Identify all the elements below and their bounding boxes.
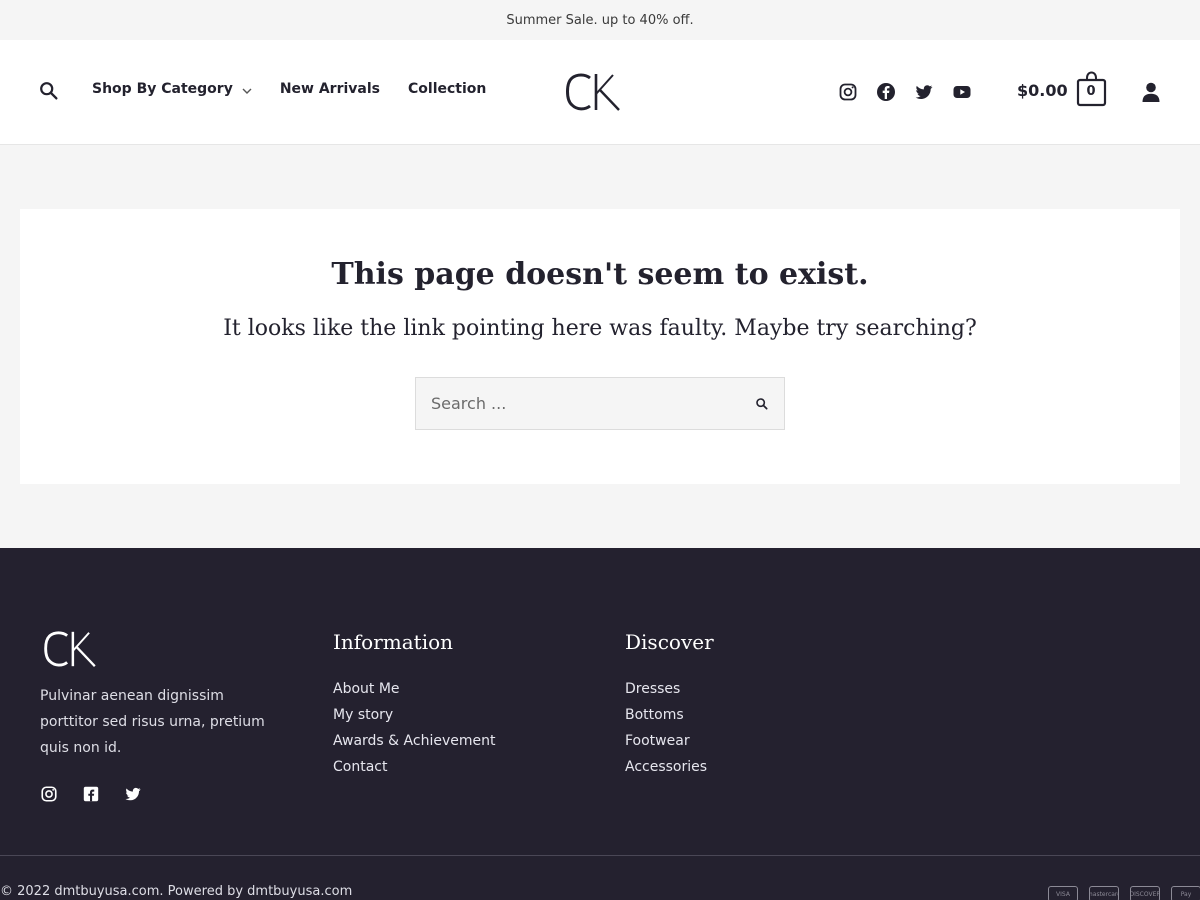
nav-new-arrivals[interactable]: New Arrivals (280, 81, 380, 97)
payment-icons: VISA mastercard DISCOVER Pay (1048, 886, 1200, 900)
instagram-icon[interactable] (838, 82, 858, 102)
twitter-icon[interactable] (914, 82, 934, 102)
footer-link-dresses[interactable]: Dresses (625, 676, 714, 702)
footer-link-accessories[interactable]: Accessories (625, 754, 714, 780)
page-title: This page doesn't seem to exist. (331, 257, 869, 292)
main-nav: Shop By Category New Arrivals Collection (92, 81, 514, 97)
search-submit-icon[interactable] (754, 396, 770, 412)
twitter-icon[interactable] (124, 785, 142, 803)
header-social-links (838, 82, 990, 102)
footer-link-awards[interactable]: Awards & Achievement (333, 728, 495, 754)
footer-column-discover: Discover Dresses Bottoms Footwear Access… (625, 630, 714, 780)
search-icon[interactable] (38, 80, 60, 102)
site-header: Shop By Category New Arrivals Collection (0, 40, 1200, 145)
account-icon[interactable] (1140, 81, 1162, 103)
announcement-text: Summer Sale. up to 40% off. (506, 12, 694, 28)
instagram-icon[interactable] (40, 785, 58, 803)
search-input[interactable] (416, 378, 736, 429)
footer-heading: Information (333, 630, 454, 654)
copyright-text: © 2022 dmtbuyusa.com. Powered by dmtbuyu… (0, 884, 353, 899)
ck-logo[interactable] (563, 70, 623, 114)
cart-total[interactable]: $0.00 (1017, 81, 1068, 100)
mastercard-icon: mastercard (1089, 886, 1119, 900)
footer-social-links (40, 785, 166, 803)
apple-pay-icon: Pay (1171, 886, 1200, 900)
footer-link-contact[interactable]: Contact (333, 754, 495, 780)
footer-description: Pulvinar aenean dignissim porttitor sed … (40, 688, 265, 756)
nav-label: Collection (408, 81, 487, 97)
search-form (415, 377, 785, 430)
footer-link-footwear[interactable]: Footwear (625, 728, 714, 754)
footer-ck-logo[interactable] (40, 628, 100, 670)
nav-label: New Arrivals (279, 81, 380, 97)
facebook-icon[interactable] (876, 82, 896, 102)
footer-link-my-story[interactable]: My story (333, 702, 495, 728)
visa-icon: VISA (1048, 886, 1078, 900)
discover-icon: DISCOVER (1130, 886, 1160, 900)
facebook-square-icon[interactable] (82, 785, 100, 803)
nav-collection[interactable]: Collection (408, 81, 486, 97)
page-subtitle: It looks like the link pointing here was… (223, 316, 977, 341)
nav-label: Shop By Category (92, 81, 233, 97)
site-footer: Pulvinar aenean dignissim porttitor sed … (0, 548, 1200, 900)
footer-heading: Discover (625, 630, 714, 654)
footer-column-information: Information About Me My story Awards & A… (333, 630, 495, 780)
not-found-card: This page doesn't seem to exist. It look… (20, 209, 1180, 484)
youtube-icon[interactable] (952, 82, 972, 102)
footer-link-bottoms[interactable]: Bottoms (625, 702, 714, 728)
footer-link-about-me[interactable]: About Me (333, 676, 495, 702)
footer-divider (0, 855, 1200, 856)
announcement-bar: Summer Sale. up to 40% off. (0, 0, 1200, 40)
cart-count-badge: 0 (1086, 84, 1096, 99)
chevron-down-icon (242, 84, 252, 94)
nav-shop-by-category[interactable]: Shop By Category (92, 81, 252, 97)
